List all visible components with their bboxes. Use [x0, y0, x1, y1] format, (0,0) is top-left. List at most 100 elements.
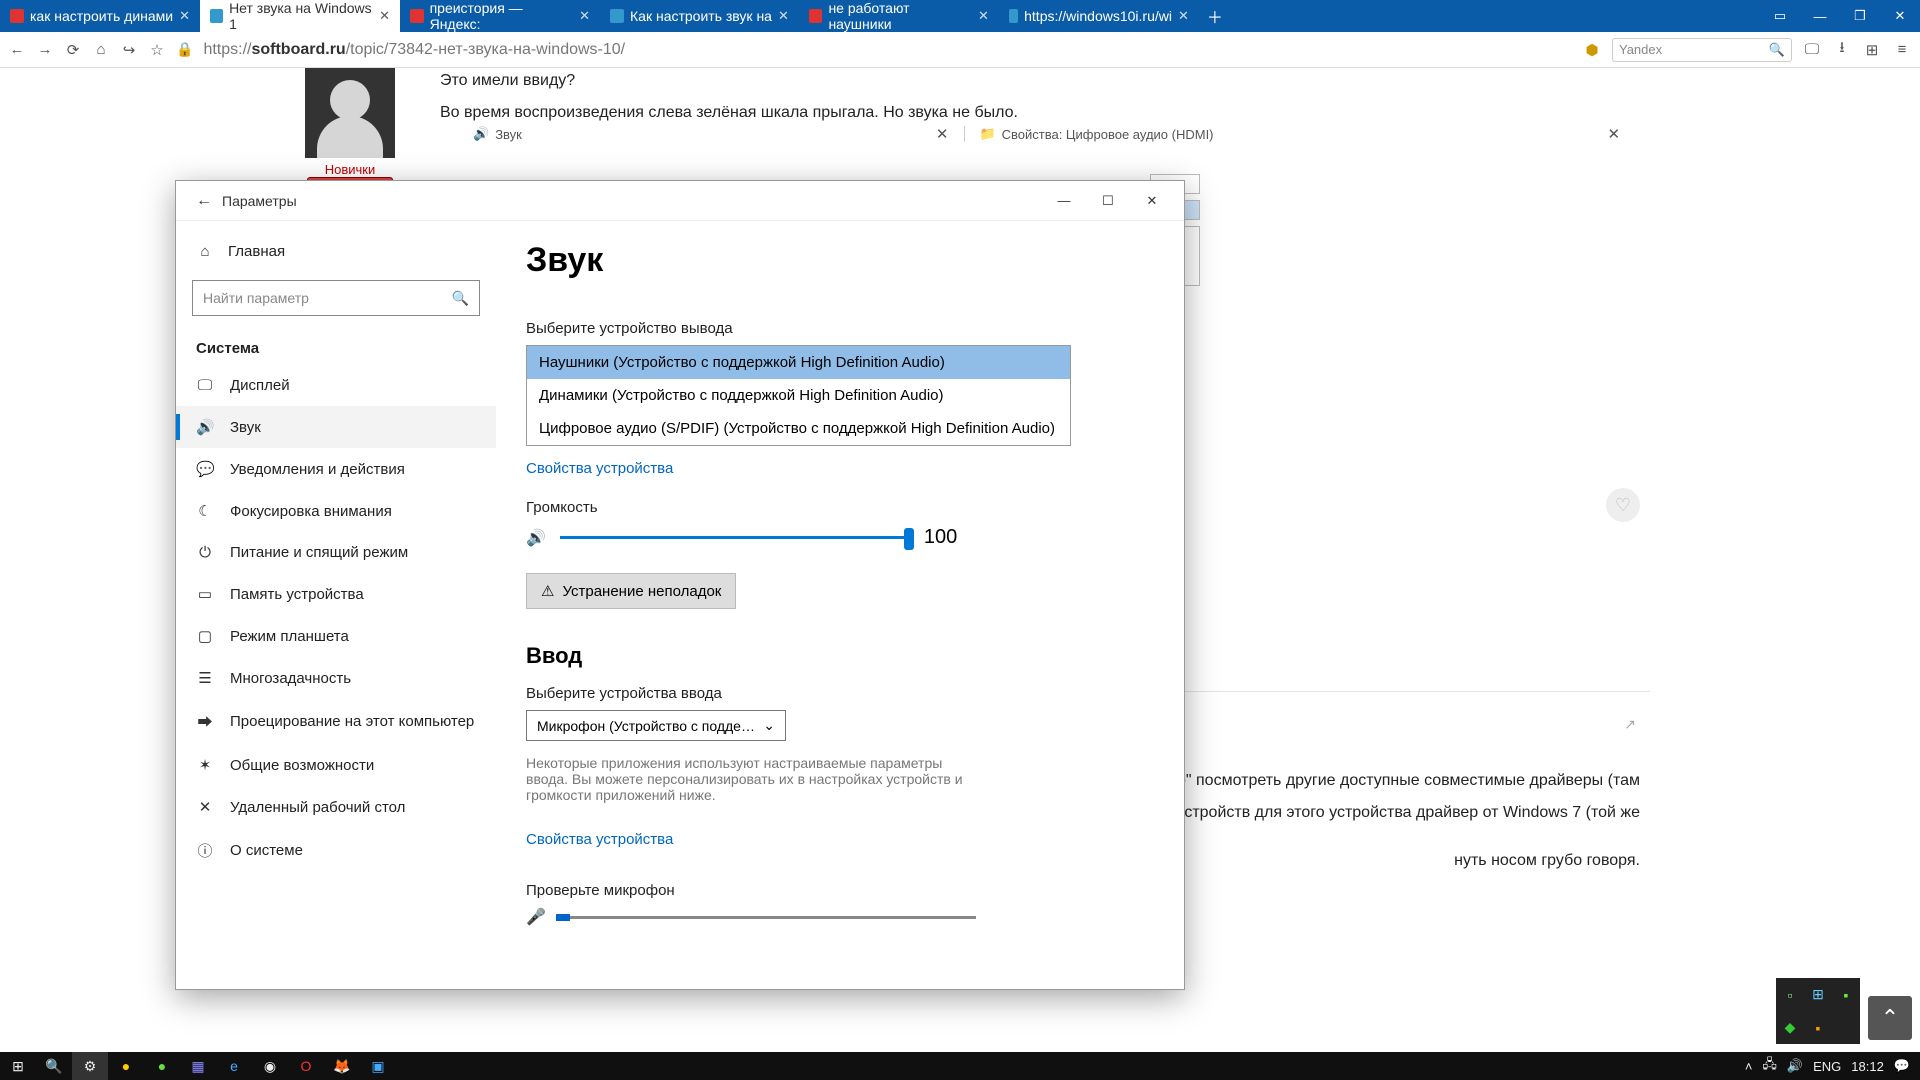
tray-icon[interactable]: ⊞: [1804, 978, 1832, 1011]
settings-titlebar[interactable]: ← Параметры — ☐ ✕: [176, 181, 1184, 221]
close-icon[interactable]: ✕: [1602, 125, 1627, 143]
browser-close-button[interactable]: ✕: [1880, 0, 1920, 32]
site-icon: [210, 9, 223, 23]
taskbar-app[interactable]: ▦: [180, 1052, 216, 1080]
close-icon[interactable]: ✕: [978, 8, 989, 24]
sidebar-item-notifications[interactable]: 💬Уведомления и действия: [176, 448, 496, 490]
extensions-icon[interactable]: ⊞: [1862, 41, 1882, 59]
tab-5[interactable]: https://windows10i.ru/wi✕: [999, 0, 1199, 32]
network-icon[interactable]: 🖧: [1762, 1055, 1777, 1077]
reload-button[interactable]: ⟳: [64, 41, 82, 59]
sidebar-item-about[interactable]: ⓘО системе: [176, 828, 496, 873]
tray-icon[interactable]: ▪: [1832, 978, 1860, 1011]
like-button[interactable]: ♡: [1606, 488, 1640, 522]
dropdown-option[interactable]: Наушники (Устройство с поддержкой High D…: [527, 346, 1070, 379]
system-tray-popup[interactable]: ▫⊞▪ ◆▪: [1776, 978, 1860, 1044]
taskbar-opera[interactable]: O: [288, 1052, 324, 1080]
sidebar-item-label: Фокусировка внимания: [230, 503, 392, 520]
sidebar-item-projecting[interactable]: ⮕Проецирование на этот компьютер: [176, 699, 496, 744]
notifications-icon[interactable]: 💬: [1894, 1058, 1910, 1074]
tray-chevron-icon[interactable]: ˄: [1745, 1059, 1753, 1074]
sidebar-home[interactable]: ⌂Главная: [176, 233, 496, 270]
device-properties-link[interactable]: Свойства устройства: [526, 831, 673, 848]
sidebar-item-tablet[interactable]: ▢Режим планшета: [176, 615, 496, 657]
close-icon[interactable]: ✕: [579, 8, 590, 24]
taskbar-edge[interactable]: e: [216, 1052, 252, 1080]
panel-icon[interactable]: ▭: [1760, 0, 1800, 32]
search-input[interactable]: Yandex🔍: [1612, 38, 1792, 62]
input-hint: Некоторые приложения используют настраив…: [526, 755, 976, 803]
tab-0[interactable]: как настроить динами✕: [0, 0, 200, 32]
share-icon[interactable]: ↗: [1624, 716, 1636, 733]
info-icon: ⓘ: [196, 840, 214, 861]
sidebar-item-power[interactable]: ⏻Питание и спящий режим: [176, 532, 496, 573]
input-device-select[interactable]: Микрофон (Устройство с подде…⌄: [526, 710, 786, 741]
taskbar-app[interactable]: ●: [108, 1052, 144, 1080]
minimize-button[interactable]: —: [1042, 182, 1086, 220]
back-button[interactable]: ←: [8, 41, 26, 58]
translate-icon[interactable]: 🖵: [1802, 41, 1822, 58]
remote-icon: ✕: [196, 798, 214, 816]
scroll-top-button[interactable]: ⌃: [1868, 996, 1912, 1040]
tray-icon[interactable]: ▫: [1776, 978, 1804, 1011]
lock-icon[interactable]: 🔒: [176, 41, 193, 58]
sidebar-item-shared[interactable]: ✶Общие возможности: [176, 744, 496, 786]
sidebar-item-focus[interactable]: ☾Фокусировка внимания: [176, 490, 496, 532]
sidebar-item-storage[interactable]: ▭Память устройства: [176, 573, 496, 615]
home-button[interactable]: ⌂: [92, 41, 110, 58]
troubleshoot-button[interactable]: ⚠Устранение неполадок: [526, 573, 736, 609]
dropdown-option[interactable]: Цифровое аудио (S/PDIF) (Устройство с по…: [527, 412, 1070, 445]
tab-label: Как настроить звук на: [630, 8, 772, 24]
taskbar-chrome[interactable]: ◉: [252, 1052, 288, 1080]
maximize-button[interactable]: ☐: [1086, 182, 1130, 220]
close-icon[interactable]: ✕: [778, 8, 789, 24]
device-properties-link[interactable]: Свойства устройства: [526, 460, 673, 477]
bookmark-icon[interactable]: ☆: [148, 41, 166, 59]
clock[interactable]: 18:12: [1851, 1059, 1884, 1074]
tab-4[interactable]: не работают наушники✕: [799, 0, 999, 32]
close-icon[interactable]: ✕: [1178, 8, 1189, 24]
minimize-button[interactable]: —: [1800, 0, 1840, 32]
history-icon[interactable]: ↪: [120, 41, 138, 59]
slider-thumb[interactable]: [904, 528, 914, 550]
close-button[interactable]: ✕: [1130, 182, 1174, 220]
tab-2[interactable]: преистория — Яндекс:✕: [400, 0, 600, 32]
taskbar: ⊞ 🔍 ⚙ ● ● ▦ e ◉ O 🦊 ▣ ˄ 🖧 🔊 ENG 18:12 💬: [0, 1052, 1920, 1080]
tab-3[interactable]: Как настроить звук на ✕: [600, 0, 799, 32]
shield-icon[interactable]: ⬢: [1582, 41, 1602, 59]
tray-icon[interactable]: ▪: [1804, 1011, 1832, 1044]
start-button[interactable]: ⊞: [0, 1052, 36, 1080]
dropdown-option[interactable]: Динамики (Устройство с поддержкой High D…: [527, 379, 1070, 412]
back-button[interactable]: ←: [186, 192, 222, 210]
warning-icon: ⚠: [541, 582, 554, 600]
downloads-icon[interactable]: ⭳: [1832, 37, 1852, 62]
forward-button[interactable]: →: [36, 41, 54, 58]
sidebar-item-sound[interactable]: 🔊Звук: [176, 406, 496, 448]
maximize-button[interactable]: ❐: [1840, 0, 1880, 32]
volume-icon[interactable]: 🔊: [1787, 1058, 1803, 1074]
avatar[interactable]: [305, 68, 395, 158]
sidebar-item-multitask[interactable]: ☰Многозадачность: [176, 657, 496, 699]
sidebar-item-remote[interactable]: ✕Удаленный рабочий стол: [176, 786, 496, 828]
speaker-icon[interactable]: 🔊: [526, 528, 546, 548]
taskbar-firefox[interactable]: 🦊: [324, 1052, 360, 1080]
output-device-label: Выберите устройство вывода: [526, 320, 1154, 337]
taskbar-yandex[interactable]: ▣: [360, 1052, 396, 1080]
address-bar[interactable]: https://softboard.ru/topic/73842-нет-зву…: [203, 41, 625, 59]
sidebar-item-display[interactable]: 🖵Дисплей: [176, 365, 496, 406]
tray-icon[interactable]: ◆: [1776, 1011, 1804, 1044]
taskbar-settings[interactable]: ⚙: [72, 1052, 108, 1080]
language-indicator[interactable]: ENG: [1813, 1059, 1841, 1074]
new-tab-button[interactable]: ＋: [1199, 0, 1231, 32]
folder-icon: 📁: [979, 126, 995, 142]
output-device-dropdown[interactable]: Наушники (Устройство с поддержкой High D…: [526, 345, 1071, 446]
taskbar-app[interactable]: ●: [144, 1052, 180, 1080]
close-icon[interactable]: ✕: [379, 8, 390, 24]
close-icon[interactable]: ✕: [179, 8, 190, 24]
settings-search-input[interactable]: Найти параметр🔍: [192, 280, 480, 316]
tab-1[interactable]: Нет звука на Windows 1✕: [200, 0, 400, 32]
menu-icon[interactable]: ≡: [1892, 41, 1912, 58]
volume-slider[interactable]: [560, 536, 910, 539]
close-icon[interactable]: ✕: [930, 125, 955, 143]
taskbar-search[interactable]: 🔍: [36, 1052, 72, 1080]
